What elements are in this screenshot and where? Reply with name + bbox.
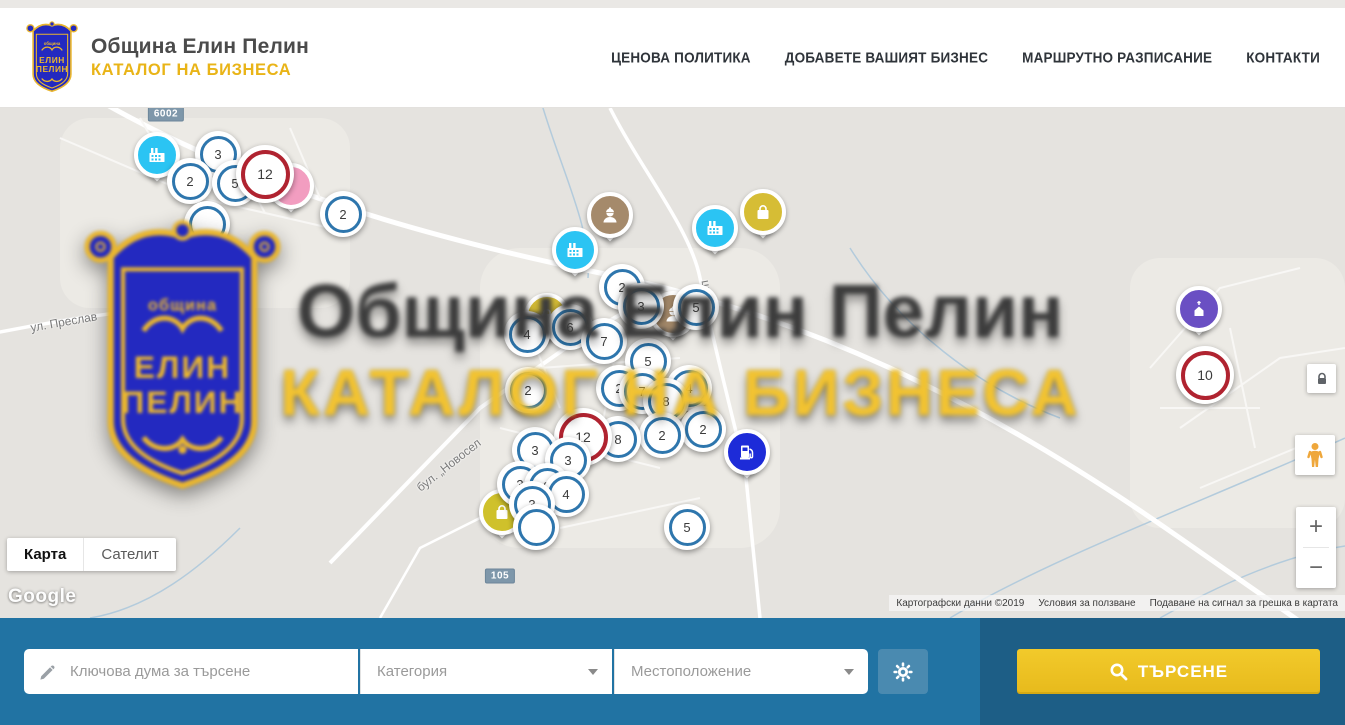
cluster-marker[interactable]: 2	[320, 191, 366, 237]
keyword-input[interactable]	[68, 662, 358, 681]
svg-text:ЕЛИН: ЕЛИН	[39, 54, 65, 64]
google-logo[interactable]: Google	[8, 586, 76, 608]
cluster-marker[interactable]: 2	[505, 367, 551, 413]
cluster-count: 3	[623, 288, 660, 325]
cluster-count: 2	[510, 372, 547, 409]
cluster-marker[interactable]: 5	[664, 504, 710, 550]
pin-head	[740, 189, 786, 235]
category-select[interactable]: Категория	[360, 649, 612, 694]
map-attribution: Картографски данни ©2019Условия за ползв…	[889, 595, 1345, 611]
map-type-control: Карта Сателит	[7, 538, 176, 571]
cluster-count: 5	[669, 509, 706, 546]
cluster-marker[interactable]: 3	[618, 283, 664, 329]
cluster-marker[interactable]: 12	[236, 145, 294, 203]
cluster-count	[189, 206, 226, 243]
street-view-lock-button[interactable]	[1307, 364, 1336, 393]
search-icon	[1109, 662, 1128, 681]
gear-icon	[892, 661, 914, 683]
cluster-count: 4	[509, 316, 546, 353]
search-button-label: ТЪРСЕНЕ	[1138, 662, 1228, 682]
pin-head	[724, 429, 770, 475]
cluster-marker[interactable]: 2	[639, 412, 685, 458]
site-header: община ЕЛИН ПЕЛИН Община Елин Пелин КАТА…	[0, 8, 1345, 108]
google-map[interactable]: 6002105 ул. Преславбул. „Новоселции 3251…	[0, 108, 1345, 618]
cluster-marker[interactable]	[184, 201, 230, 247]
zoom-control: + −	[1296, 507, 1336, 588]
map-pin-worker-icon[interactable]	[587, 192, 633, 238]
map-pin-bag-icon[interactable]	[740, 189, 786, 235]
chevron-down-icon	[588, 669, 598, 675]
map-pin-factory-icon[interactable]	[692, 205, 738, 251]
site-title: Община Елин Пелин	[91, 35, 309, 59]
search-button[interactable]: ТЪРСЕНЕ	[1017, 649, 1320, 694]
cluster-count	[518, 509, 555, 546]
page-top-strip	[0, 0, 1345, 8]
street-name-label: бул. „Новосел	[414, 436, 484, 495]
keyword-field-wrap	[24, 649, 358, 694]
cluster-count: 10	[1181, 351, 1230, 400]
nav-link[interactable]: КОНТАКТИ	[1246, 49, 1320, 65]
municipality-crest-icon: община ЕЛИН ПЕЛИН	[25, 20, 79, 96]
cluster-marker[interactable]: 7	[581, 318, 627, 364]
pin-head	[587, 192, 633, 238]
location-select-value: Местоположение	[631, 663, 844, 680]
chevron-down-icon	[844, 669, 854, 675]
svg-text:ПЕЛИН: ПЕЛИН	[121, 384, 243, 420]
cluster-marker[interactable]: 2	[167, 158, 213, 204]
svg-text:ЕЛИН: ЕЛИН	[134, 349, 231, 385]
svg-text:ПЕЛИН: ПЕЛИН	[36, 64, 68, 74]
cluster-marker[interactable]	[513, 504, 559, 550]
search-bar: Категория Местоположение ТЪРСЕНЕ	[0, 618, 1345, 725]
cluster-marker[interactable]: 4	[504, 311, 550, 357]
zoom-out-button[interactable]: −	[1296, 548, 1336, 588]
pin-head	[1176, 286, 1222, 332]
site-subtitle: КАТАЛОГ НА БИЗНЕСА	[91, 61, 309, 80]
cluster-count: 2	[172, 163, 209, 200]
svg-text:община: община	[44, 41, 61, 46]
map-pin-church-icon[interactable]	[1176, 286, 1222, 332]
road-shield-label: 6002	[148, 108, 184, 122]
pegman-icon	[1304, 442, 1326, 468]
cluster-marker[interactable]: 5	[673, 284, 719, 330]
cluster-count: 2	[325, 196, 362, 233]
category-select-value: Категория	[377, 663, 588, 680]
nav-link[interactable]: ЦЕНОВА ПОЛИТИКА	[611, 49, 751, 65]
cluster-marker[interactable]: 10	[1176, 346, 1234, 404]
attribution-link[interactable]: Условия за ползване	[1031, 598, 1142, 609]
location-select[interactable]: Местоположение	[614, 649, 868, 694]
main-nav: ЦЕНОВА ПОЛИТИКА ДОБАВЕТЕ ВАШИЯТ БИЗНЕС МАР…	[611, 50, 1320, 65]
cluster-count: 7	[586, 323, 623, 360]
site-logo[interactable]: община ЕЛИН ПЕЛИН Община Елин Пелин КАТА…	[25, 20, 309, 96]
cluster-marker[interactable]: 2	[680, 406, 726, 452]
road-shield-label: 105	[485, 569, 515, 584]
zoom-in-button[interactable]: +	[1296, 507, 1336, 547]
cluster-count: 2	[644, 417, 681, 454]
cluster-count: 2	[685, 411, 722, 448]
cluster-count: 5	[678, 289, 715, 326]
map-type-map-button[interactable]: Карта	[7, 538, 83, 571]
pencil-icon	[38, 662, 58, 682]
attribution-link[interactable]: Подаване на сигнал за грешка в картата	[1143, 598, 1345, 609]
watermark-crest-icon: община ЕЛИН ПЕЛИН	[80, 216, 285, 503]
map-type-satellite-button[interactable]: Сателит	[83, 538, 176, 571]
attribution-link[interactable]: Картографски данни ©2019	[889, 598, 1031, 609]
map-pin-fuel-icon[interactable]	[724, 429, 770, 475]
lock-icon	[1315, 372, 1329, 386]
pegman-button[interactable]	[1295, 435, 1335, 475]
svg-text:община: община	[148, 296, 217, 314]
nav-link[interactable]: МАРШРУТНО РАЗПИСАНИЕ	[1022, 49, 1212, 65]
advanced-settings-button[interactable]	[878, 649, 928, 694]
nav-link[interactable]: ДОБАВЕТЕ ВАШИЯТ БИЗНЕС	[785, 49, 988, 65]
cluster-count: 12	[241, 150, 290, 199]
pin-head	[692, 205, 738, 251]
street-name-label: ул. Преслав	[29, 309, 98, 334]
